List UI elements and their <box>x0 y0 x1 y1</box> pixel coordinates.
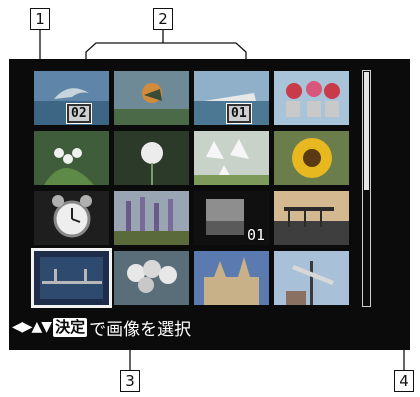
thumb-sunset-sea[interactable]: 01 <box>194 191 269 245</box>
thumb-alarm-clock[interactable] <box>34 191 109 245</box>
callout-4: 4 <box>394 370 414 392</box>
scrollbar[interactable] <box>362 70 371 307</box>
thumb-dandelion[interactable] <box>114 131 189 185</box>
print-count-badge: 01 <box>227 104 251 123</box>
callout-1: 1 <box>30 8 50 30</box>
thumb-street-signs[interactable] <box>274 251 349 305</box>
thumb-palace[interactable] <box>194 251 269 305</box>
print-count-label: 01 <box>246 226 265 244</box>
thumb-pier[interactable] <box>274 191 349 245</box>
thumb-lily-of-valley[interactable] <box>34 131 109 185</box>
status-text: で画像を選択 <box>89 319 192 340</box>
thumb-flower-pots[interactable] <box>274 71 349 125</box>
scrollbar-thumb[interactable] <box>364 72 369 190</box>
enter-key-label: 決定 <box>53 317 88 337</box>
callout-2: 2 <box>153 8 173 30</box>
direction-arrows-icon: ◀▶▲▼ <box>12 319 52 335</box>
callout-3: 3 <box>120 370 140 392</box>
thumb-city-bridge[interactable] <box>31 248 112 308</box>
camera-screen: 02 01 02 <box>9 59 410 350</box>
print-count-badge: 02 <box>67 104 91 123</box>
thumb-sunflower[interactable] <box>274 131 349 185</box>
thumb-bouquet[interactable] <box>114 251 189 305</box>
thumb-lavender[interactable] <box>114 191 189 245</box>
thumb-lilies[interactable] <box>194 131 269 185</box>
thumb-bird[interactable] <box>114 71 189 125</box>
status-bar: ◀▶▲▼ 決定 で画像を選択 <box>12 315 192 340</box>
